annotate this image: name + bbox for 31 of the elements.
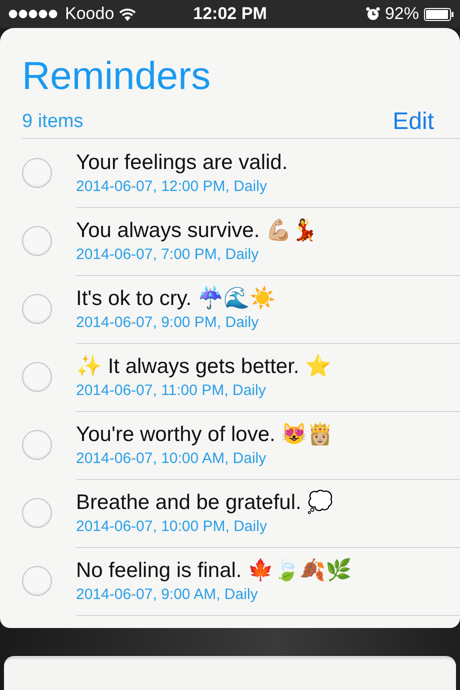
completion-circle[interactable] xyxy=(22,226,52,256)
reminder-title: ✨ It always gets better. ⭐ xyxy=(76,354,332,379)
completion-circle[interactable] xyxy=(22,294,52,324)
signal-icon xyxy=(8,9,60,19)
battery-percent: 92% xyxy=(384,4,419,24)
clock-time: 12:02 PM xyxy=(193,4,267,24)
reminder-title: It's ok to cry. ☔🌊☀ xyxy=(76,286,276,311)
item-count: 9 items xyxy=(22,111,84,133)
battery-icon xyxy=(424,8,454,20)
alarm-clock-icon xyxy=(366,7,380,21)
reminder-detail: 2014-06-07, 11:00 PM, Daily xyxy=(76,382,267,399)
reminder-title: Breathe and be grateful. 💭 xyxy=(76,490,334,515)
reminder-detail: 2014-06-07, 10:00 AM, Daily xyxy=(76,450,268,467)
reminder-title: Your feelings are valid. xyxy=(76,150,289,174)
completion-circle[interactable] xyxy=(22,430,52,460)
completion-circle[interactable] xyxy=(22,566,52,596)
list-title: Reminders xyxy=(22,54,212,100)
reminder-title: You always survive. 💪🏼💃 xyxy=(76,218,318,243)
reminder-detail: 2014-06-07, 9:00 AM, Daily xyxy=(76,586,259,603)
reminder-detail: 2014-06-07, 10:00 PM, Daily xyxy=(76,518,268,535)
edit-button[interactable]: Edit xyxy=(392,108,434,136)
reminder-detail: 2014-06-07, 7:00 PM, Daily xyxy=(76,246,260,263)
reminder-detail: 2014-06-07, 12:00 PM, Daily xyxy=(76,178,268,194)
reminder-title: You're worthy of love. 😻👸🏼 xyxy=(76,422,334,447)
completion-circle[interactable] xyxy=(22,158,52,188)
completion-circle[interactable] xyxy=(22,362,52,392)
wifi-icon xyxy=(119,8,136,20)
completion-circle[interactable] xyxy=(22,498,52,528)
reminder-detail: 2014-06-07, 9:00 PM, Daily xyxy=(76,314,260,331)
carrier-name: Koodo xyxy=(65,4,114,24)
reminder-title: No feeling is final. 🍁🍃🍂🌿 xyxy=(76,558,353,583)
